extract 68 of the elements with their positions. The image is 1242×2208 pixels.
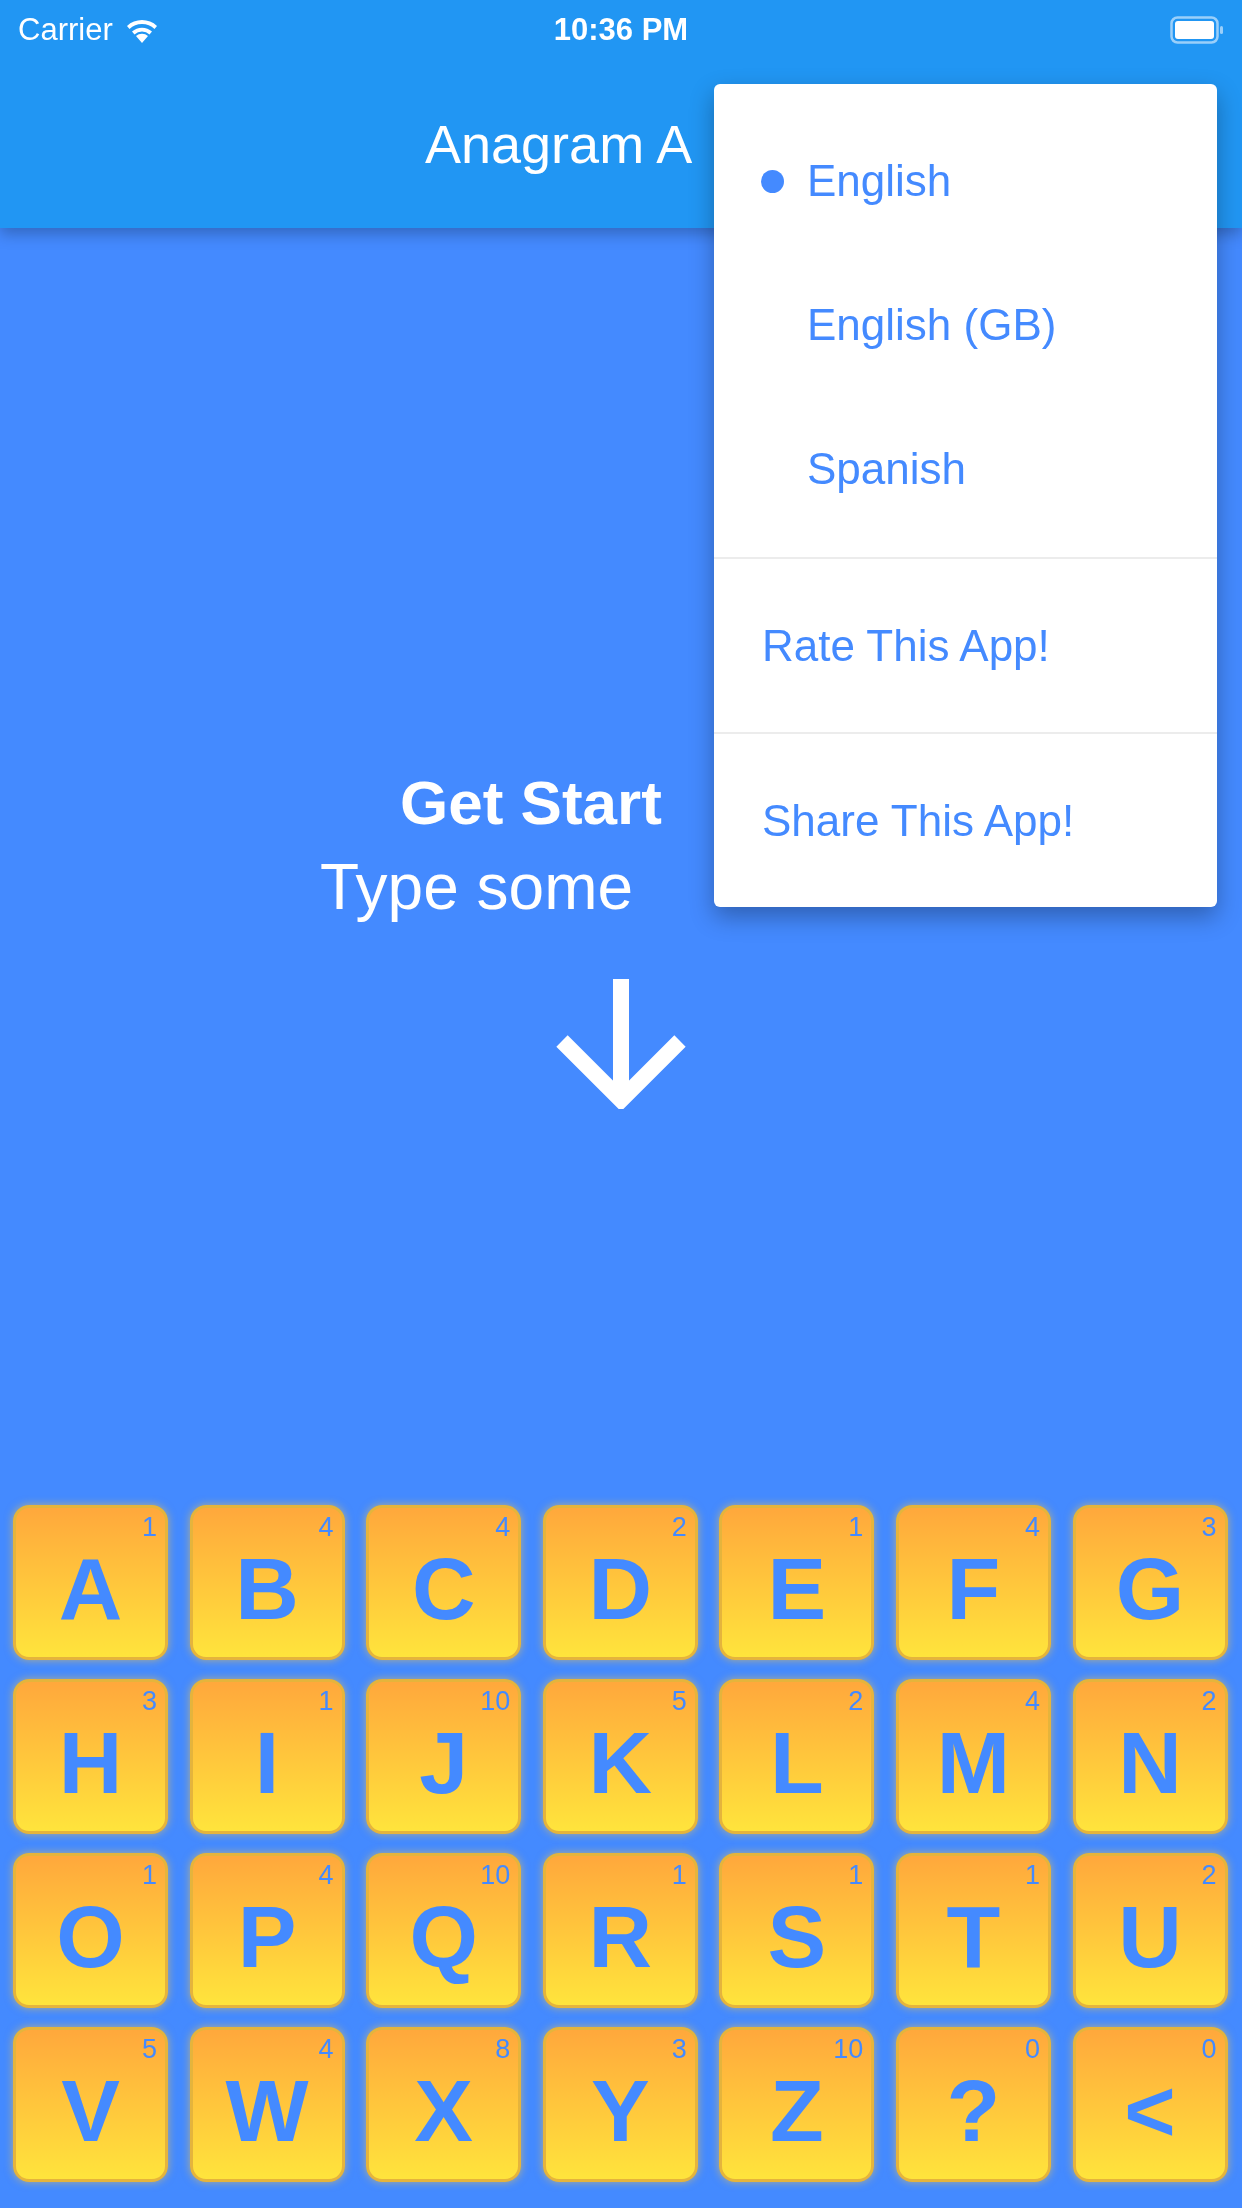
- tile-score: 2: [1201, 1862, 1217, 1889]
- tile-score: 1: [141, 1862, 157, 1889]
- letter-tile[interactable]: M 4: [895, 1679, 1051, 1834]
- tile-score: 8: [495, 2036, 511, 2063]
- tile-score: 1: [671, 1862, 687, 1889]
- battery-icon: [1170, 16, 1224, 44]
- tile-score: 10: [833, 2036, 864, 2063]
- letter-tile[interactable]: ? 0: [895, 2027, 1051, 2182]
- letter-tile[interactable]: E 1: [719, 1505, 875, 1660]
- menu-action[interactable]: Rate This App!: [762, 620, 1050, 671]
- tile-score: 4: [1024, 1688, 1040, 1715]
- letter-tile[interactable]: I 1: [189, 1679, 345, 1834]
- app-title: Anagram A: [425, 113, 693, 175]
- letter-tile[interactable]: B 4: [189, 1505, 345, 1660]
- language-option[interactable]: Spanish: [714, 397, 1217, 541]
- letter-tile[interactable]: G 3: [1072, 1505, 1228, 1660]
- prompt-title: Get Start: [400, 767, 662, 839]
- tile-score: 1: [848, 1514, 864, 1541]
- letter-tile[interactable]: U 2: [1072, 1853, 1228, 2008]
- letter-tile[interactable]: N 2: [1072, 1679, 1228, 1834]
- letter-tile[interactable]: P 4: [189, 1853, 345, 2008]
- clock-time: 10:36 PM: [552, 12, 690, 48]
- tile-score: 4: [318, 2036, 334, 2063]
- tile-score: 4: [318, 1514, 334, 1541]
- tile-score: 1: [1024, 1862, 1040, 1889]
- language-option[interactable]: English: [714, 109, 1217, 253]
- language-option[interactable]: English (GB): [714, 253, 1217, 397]
- letter-tile[interactable]: C 4: [366, 1505, 522, 1660]
- menu-action[interactable]: Share This App!: [762, 795, 1075, 846]
- letter-tile[interactable]: J 10: [366, 1679, 522, 1834]
- tile-score: 4: [1024, 1514, 1040, 1541]
- tile-score: 0: [1201, 2036, 1217, 2063]
- letter-tile[interactable]: A 1: [13, 1505, 168, 1660]
- tile-score: 0: [1024, 2036, 1040, 2063]
- prompt-subtitle: Type some: [320, 850, 634, 925]
- letter-tile[interactable]: H 3: [13, 1679, 168, 1834]
- tile-score: 1: [141, 1514, 157, 1541]
- tile-score: 10: [480, 1688, 511, 1715]
- letter-tile[interactable]: K 5: [542, 1679, 698, 1834]
- letter-tile[interactable]: R 1: [542, 1853, 698, 2008]
- tile-score: 3: [1201, 1514, 1217, 1541]
- letter-tile[interactable]: D 2: [542, 1505, 698, 1660]
- letter-tile[interactable]: S 1: [719, 1853, 875, 2008]
- letter-tile[interactable]: T 1: [895, 1853, 1051, 2008]
- letter-tile[interactable]: Z 10: [719, 2027, 875, 2182]
- tile-score: 4: [495, 1514, 511, 1541]
- tile-score: 2: [671, 1514, 687, 1541]
- letter-tile[interactable]: < 0: [1072, 2027, 1228, 2182]
- letter-tile[interactable]: X 8: [366, 2027, 522, 2182]
- tile-score: 1: [318, 1688, 334, 1715]
- tile-score: 3: [671, 2036, 687, 2063]
- tile-score: 4: [318, 1862, 334, 1889]
- tile-score: 3: [141, 1688, 157, 1715]
- letter-tile[interactable]: F 4: [895, 1505, 1051, 1660]
- letter-tile[interactable]: V 5: [13, 2027, 168, 2182]
- letter-tile[interactable]: W 4: [189, 2027, 345, 2182]
- down-arrow-icon: [556, 979, 686, 1109]
- tile-score: 2: [1201, 1688, 1217, 1715]
- letter-tile[interactable]: O 1: [13, 1853, 168, 2008]
- tile-score: 2: [848, 1688, 864, 1715]
- carrier-label: Carrier: [18, 12, 113, 48]
- letter-tile[interactable]: L 2: [719, 1679, 875, 1834]
- tile-score: 5: [141, 2036, 157, 2063]
- tile-score: 1: [848, 1862, 864, 1889]
- tile-score: 5: [671, 1688, 687, 1715]
- letter-tile[interactable]: Q 10: [366, 1853, 522, 2008]
- tile-score: 10: [480, 1862, 511, 1889]
- letter-tile[interactable]: Y 3: [542, 2027, 698, 2182]
